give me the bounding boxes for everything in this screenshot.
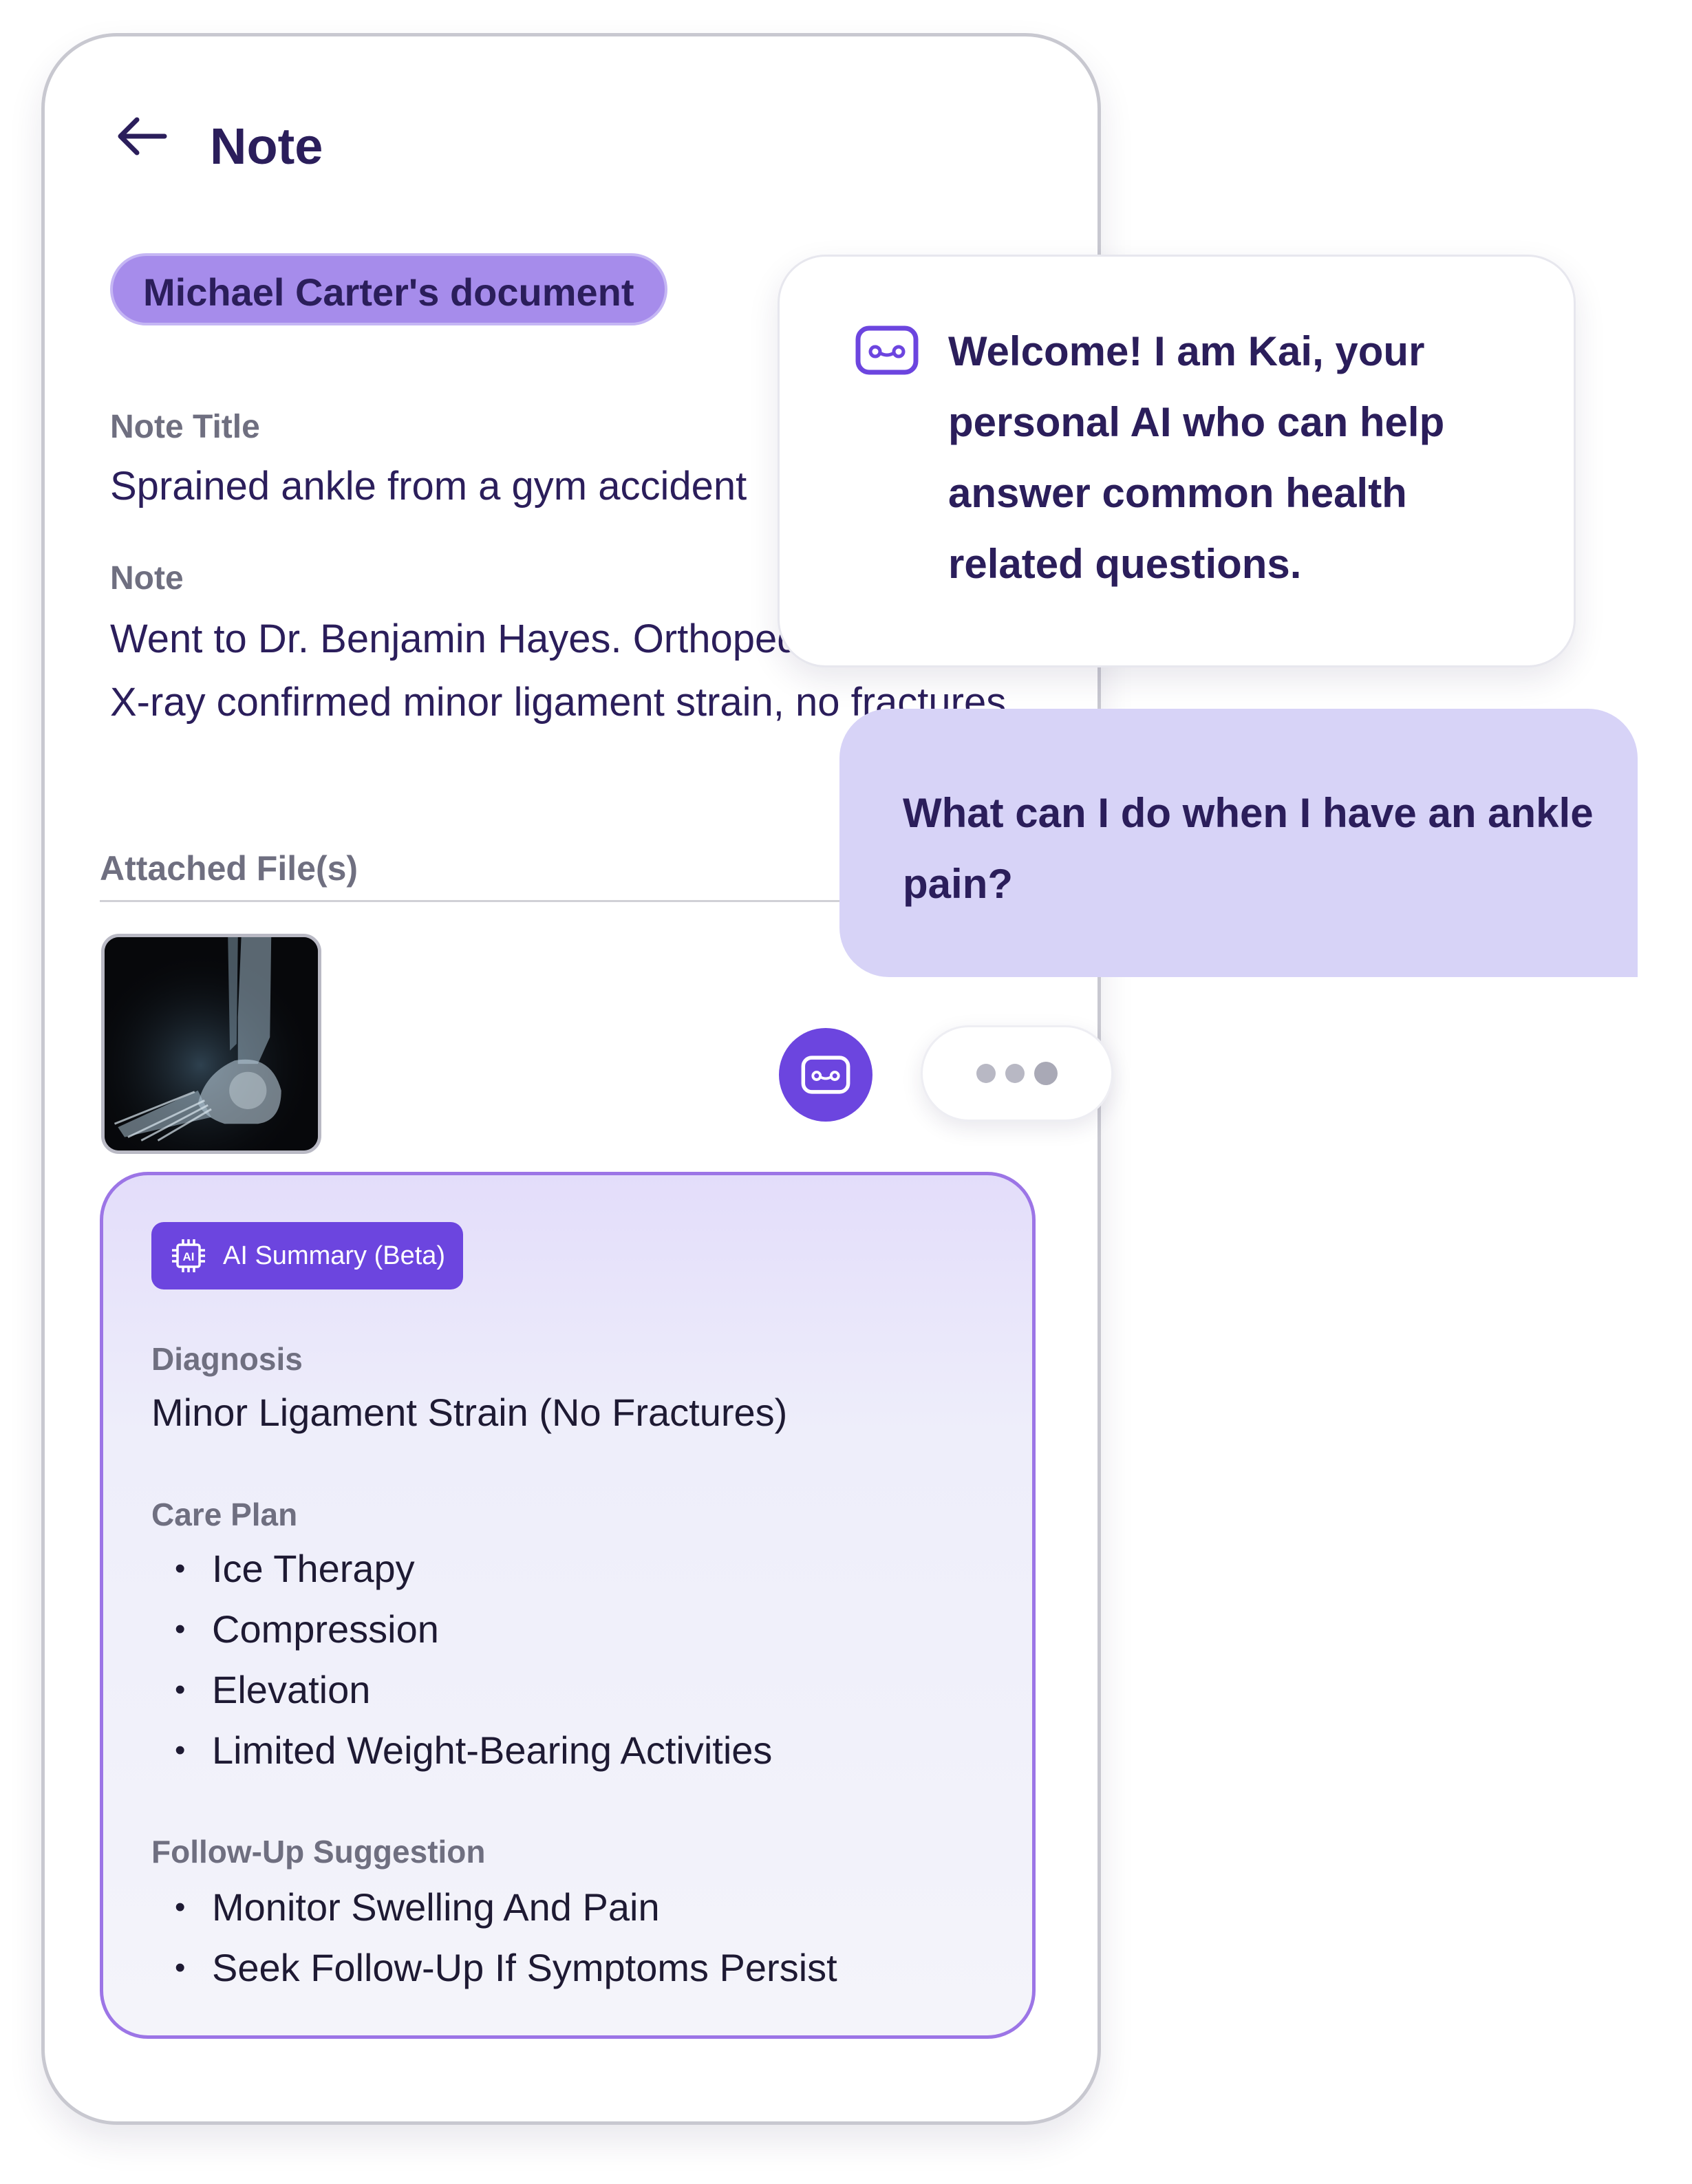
diagnosis-value: Minor Ligament Strain (No Fractures) bbox=[151, 1391, 788, 1434]
kai-avatar[interactable] bbox=[779, 1028, 872, 1122]
ai-chip-icon: AI bbox=[172, 1239, 205, 1272]
follow-up-list: Monitor Swelling And Pain Seek Follow-Up… bbox=[151, 1877, 837, 1998]
typing-indicator bbox=[921, 1025, 1113, 1122]
ai-summary-badge: AI AI Summary (Beta) bbox=[151, 1222, 464, 1289]
list-item: Monitor Swelling And Pain bbox=[151, 1877, 837, 1938]
kai-bot-icon bbox=[855, 325, 919, 375]
list-item: Elevation bbox=[151, 1660, 772, 1720]
typing-dot bbox=[1005, 1064, 1025, 1083]
ankle-xray-thumbnail[interactable] bbox=[101, 934, 321, 1154]
user-question-bubble: What can I do when I have an ankle pain? bbox=[839, 709, 1638, 977]
attachments-divider bbox=[100, 900, 891, 902]
list-item: Seek Follow-Up If Symptoms Persist bbox=[151, 1938, 837, 1998]
back-arrow-icon[interactable] bbox=[114, 112, 169, 160]
list-item: Limited Weight-Bearing Activities bbox=[151, 1720, 772, 1781]
document-owner-badge: Michael Carter's document bbox=[110, 253, 667, 325]
follow-up-label: Follow-Up Suggestion bbox=[151, 1834, 486, 1870]
typing-dot bbox=[1034, 1062, 1058, 1085]
typing-dot bbox=[976, 1064, 996, 1083]
user-question-text: What can I do when I have an ankle pain? bbox=[903, 790, 1594, 907]
xray-image bbox=[105, 937, 318, 1150]
kai-bot-icon bbox=[801, 1056, 850, 1094]
list-item: Compression bbox=[151, 1599, 772, 1660]
welcome-message: Welcome! I am Kai, your personal AI who … bbox=[948, 328, 1445, 587]
ai-summary-card: AI AI Summary (Beta) Diagnosis Minor Lig… bbox=[100, 1172, 1036, 2039]
page-title: Note bbox=[210, 118, 323, 175]
ai-summary-badge-label: AI Summary (Beta) bbox=[223, 1241, 446, 1270]
care-plan-list: Ice Therapy Compression Elevation Limite… bbox=[151, 1539, 772, 1781]
diagnosis-label: Diagnosis bbox=[151, 1341, 303, 1377]
care-plan-label: Care Plan bbox=[151, 1497, 298, 1532]
note-title-value: Sprained ankle from a gym accident bbox=[110, 464, 747, 508]
note-label: Note bbox=[110, 560, 184, 597]
attached-files-label: Attached File(s) bbox=[100, 849, 358, 888]
kai-welcome-bubble: Welcome! I am Kai, your personal AI who … bbox=[778, 255, 1576, 667]
note-title-label: Note Title bbox=[110, 409, 260, 445]
svg-text:AI: AI bbox=[183, 1250, 195, 1263]
list-item: Ice Therapy bbox=[151, 1539, 772, 1599]
